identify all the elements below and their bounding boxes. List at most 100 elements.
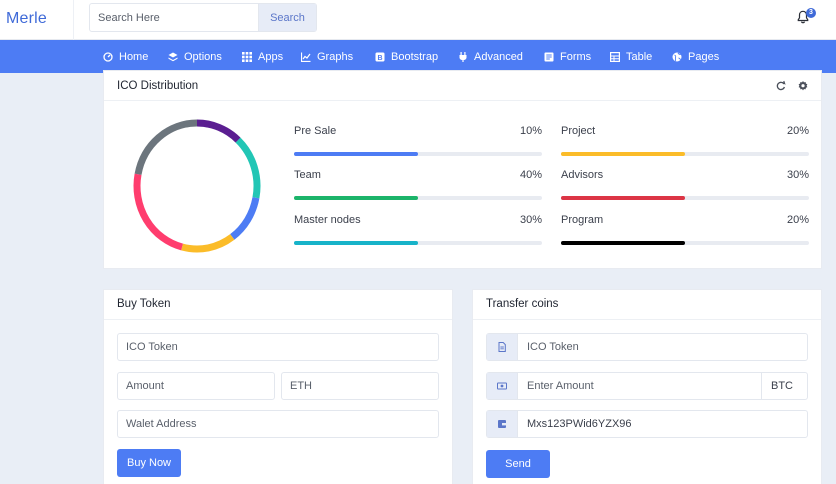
distribution-name: Master nodes xyxy=(294,214,361,226)
nav-item-graphs[interactable]: Graphs xyxy=(301,40,353,73)
progress-track xyxy=(561,152,809,156)
nav-label: Apps xyxy=(258,50,284,63)
card-title: ICO Distribution xyxy=(117,80,199,92)
refresh-icon[interactable] xyxy=(775,79,787,91)
donut-segment-1 xyxy=(235,137,261,199)
currency-field xyxy=(281,372,439,400)
globe-icon xyxy=(672,52,682,61)
donut-segment-0 xyxy=(196,119,241,143)
donut-segment-5 xyxy=(134,119,198,175)
buy-token-card: Buy Token Buy Now xyxy=(103,289,453,484)
send-button[interactable]: Send xyxy=(486,450,550,478)
distribution-percent: 30% xyxy=(786,169,809,181)
distribution-name: Team xyxy=(294,169,321,181)
distribution-percent: 20% xyxy=(786,214,809,226)
ico-token-input[interactable] xyxy=(118,334,438,360)
buy-now-button[interactable]: Buy Now xyxy=(117,449,181,477)
nav-label: Bootstrap xyxy=(391,50,439,63)
svg-text:B: B xyxy=(377,54,382,61)
table-icon xyxy=(610,51,620,62)
transfer-coins-card: Transfer coins BTC Send xyxy=(472,289,822,484)
ico-donut-chart xyxy=(133,119,261,253)
distribution-item-team: Team 40% xyxy=(294,169,542,205)
nav-label: Graphs xyxy=(317,50,354,63)
plug-icon xyxy=(459,51,467,62)
search-input[interactable] xyxy=(90,4,259,31)
input-addon xyxy=(487,373,518,399)
nav-label: Table xyxy=(626,50,653,63)
nav-label: Home xyxy=(119,50,149,63)
nav-item-home[interactable]: Home xyxy=(103,40,148,73)
card-title: Buy Token xyxy=(117,298,171,310)
distribution-item-master-nodes: Master nodes 30% xyxy=(294,214,542,250)
nav-item-forms[interactable]: Forms xyxy=(544,40,591,73)
donut-segment-4 xyxy=(133,173,184,251)
ico-token-field xyxy=(117,333,439,361)
nav-label: Forms xyxy=(560,50,592,63)
document-icon xyxy=(498,342,506,352)
currency-input[interactable] xyxy=(282,373,438,399)
notification-badge: 3 xyxy=(806,8,816,18)
donut-segments xyxy=(133,119,261,253)
nav-item-table[interactable]: Table xyxy=(610,40,652,73)
progress-fill xyxy=(561,241,685,245)
wallet-address-field xyxy=(117,410,439,438)
distribution-percent: 10% xyxy=(519,125,542,137)
distribution-name: Project xyxy=(561,125,596,137)
transfer-wallet-input[interactable] xyxy=(487,411,807,437)
progress-track xyxy=(561,196,809,200)
form-icon xyxy=(544,52,554,61)
input-addon xyxy=(487,411,518,437)
nav-label: Options xyxy=(184,50,222,63)
grid-icon xyxy=(242,51,252,62)
amount-input[interactable] xyxy=(118,373,274,399)
progress-fill xyxy=(294,152,418,156)
distribution-item-advisors: Advisors 30% xyxy=(561,169,809,205)
progress-fill xyxy=(294,241,418,245)
card-header: ICO Distribution xyxy=(104,71,821,101)
distribution-item-pre-sale: Pre Sale 10% xyxy=(294,125,542,161)
ico-distribution-card: ICO Distribution Pre Sale 10% Project 20… xyxy=(103,70,822,269)
nav-item-bootstrap[interactable]: B Bootstrap xyxy=(375,40,438,73)
distribution-item-program: Program 20% xyxy=(561,214,809,250)
dashboard-icon xyxy=(103,51,113,62)
progress-track xyxy=(294,152,542,156)
bootstrap-icon: B xyxy=(375,52,385,61)
transfer-wallet-field xyxy=(486,410,808,438)
distribution-percent: 20% xyxy=(786,125,809,137)
nav-item-options[interactable]: Options xyxy=(168,40,222,73)
layers-icon xyxy=(168,52,178,61)
brand-logo[interactable]: Merle xyxy=(6,10,47,28)
progress-track xyxy=(294,241,542,245)
main-navbar: Home Options Apps Graphs B Bootstrap Adv… xyxy=(0,40,836,73)
transfer-token-input[interactable] xyxy=(487,334,807,360)
transfer-amount-input[interactable] xyxy=(487,373,807,399)
transfer-amount-field: BTC xyxy=(486,372,808,400)
gear-icon[interactable] xyxy=(797,79,809,91)
progress-fill xyxy=(294,196,418,200)
search-bar: Search xyxy=(89,3,317,32)
wallet-icon xyxy=(498,420,506,428)
distribution-percent: 30% xyxy=(519,214,542,226)
wallet-address-input[interactable] xyxy=(118,411,438,437)
nav-label: Pages xyxy=(688,50,720,63)
nav-item-advanced[interactable]: Advanced xyxy=(458,40,523,73)
nav-item-pages[interactable]: Pages xyxy=(672,40,719,73)
donut-segment-2 xyxy=(230,197,260,240)
header-divider xyxy=(73,0,74,40)
amount-field xyxy=(117,372,275,400)
top-header: Merle Search 3 xyxy=(0,0,836,40)
currency-addon: BTC xyxy=(761,373,807,399)
card-header: Buy Token xyxy=(104,290,452,320)
input-addon xyxy=(487,334,518,360)
distribution-item-project: Project 20% xyxy=(561,125,809,161)
progress-track xyxy=(294,196,542,200)
distribution-name: Pre Sale xyxy=(294,125,337,137)
distribution-percent: 40% xyxy=(519,169,542,181)
progress-track xyxy=(561,241,809,245)
nav-item-apps[interactable]: Apps xyxy=(242,40,283,73)
card-tools xyxy=(775,79,809,91)
search-button[interactable]: Search xyxy=(258,4,316,31)
distribution-name: Program xyxy=(561,214,604,226)
money-icon xyxy=(497,382,507,390)
